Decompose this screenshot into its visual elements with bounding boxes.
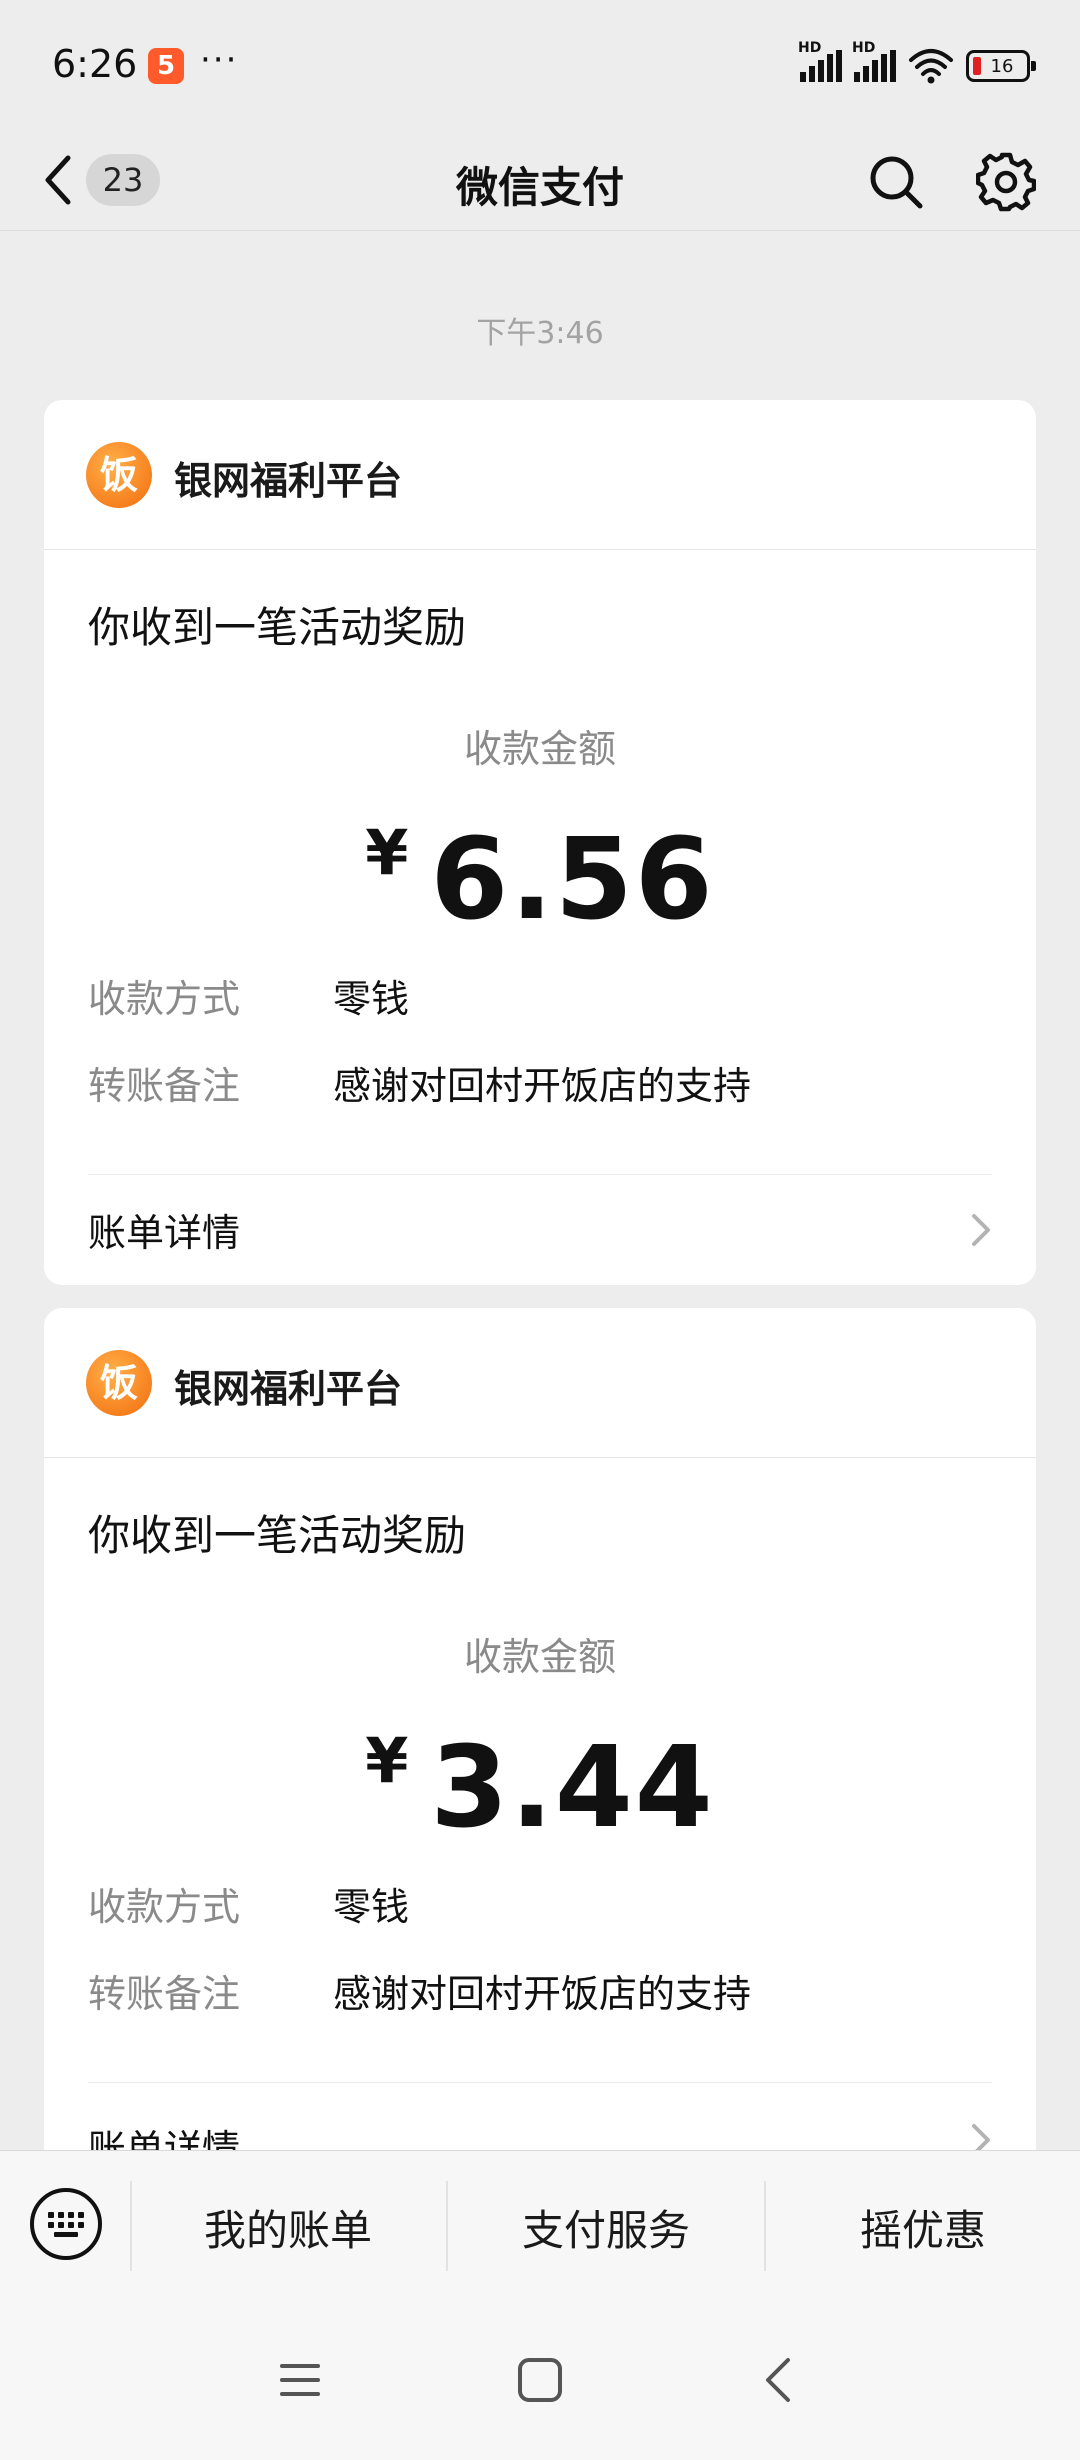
payment-message-card[interactable]: 饭 银网福利平台 你收到一笔活动奖励 收款金额 ¥6.56 收款方式 零钱 转账… [44,400,1036,1285]
battery-icon: 16 [966,50,1036,82]
hd-label: HD [798,40,822,56]
payment-method-value: 零钱 [333,1885,410,1929]
card-title: 你收到一笔活动奖励 [88,603,467,652]
signal-icon-2: HD [852,40,896,82]
bill-details-link[interactable]: 账单详情 [88,1202,240,1257]
amount-label: 收款金额 [463,727,616,771]
nav-bar: 23 微信支付 [0,130,1080,230]
gear-icon [975,152,1037,212]
transfer-note-value: 感谢对回村开饭店的支持 [333,1972,752,2016]
menu-shake-deals[interactable]: 摇优惠 [766,2197,1080,2258]
amount-value: 6.56 [430,815,715,945]
settings-button[interactable] [975,152,1037,212]
home-icon[interactable] [510,2350,570,2410]
keyboard-toggle-button[interactable] [28,2186,104,2262]
payment-method-value: 零钱 [333,977,410,1021]
wechat-pay-screen: 6:26 5 ··· HD HD 16 23 微信支付 下午3:46 饭 银网福… [0,0,1080,2460]
amount-value: 3.44 [430,1723,715,1853]
card-title: 你收到一笔活动奖励 [88,1511,467,1560]
merchant-logo: 饭 [86,1350,152,1416]
keyboard-icon [30,2188,102,2260]
signal-icon-1: HD [798,40,842,82]
status-time: 6:26 [52,42,138,86]
wifi-icon [909,49,953,84]
merchant-name: 银网福利平台 [174,459,403,503]
hd-label: HD [852,40,876,56]
more-notifications-icon: ··· [200,40,239,80]
search-icon [870,156,923,209]
bottom-menu: 我的账单 支付服务 摇优惠 [0,2150,1080,2300]
amount: ¥6.56 [44,815,1036,945]
status-bar: 6:26 5 ··· HD HD 16 [0,0,1080,130]
payment-method-label: 收款方式 [88,977,241,1021]
card-header[interactable]: 饭 银网福利平台 [44,400,1036,550]
merchant-logo: 饭 [86,442,152,508]
payment-method-label: 收款方式 [88,1885,241,1929]
amount-label: 收款金额 [463,1635,616,1679]
transfer-note-label: 转账备注 [88,1064,241,1108]
amount: ¥3.44 [44,1723,1036,1853]
transfer-note-value: 感谢对回村开饭店的支持 [333,1064,752,1108]
system-navigation-bar [0,2300,1080,2460]
nav-divider [0,230,1080,231]
battery-level: 16 [990,55,1014,77]
transfer-note-label: 转账备注 [88,1972,241,2016]
payment-message-card[interactable]: 饭 银网福利平台 你收到一笔活动奖励 收款金额 ¥3.44 收款方式 零钱 转账… [44,1308,1036,2168]
card-divider [88,1174,992,1175]
recent-apps-icon[interactable] [270,2350,330,2410]
card-header[interactable]: 饭 银网福利平台 [44,1308,1036,1458]
menu-my-bills[interactable]: 我的账单 [130,2197,446,2258]
notification-app-icon: 5 [148,48,184,84]
message-timestamp: 下午3:46 [476,316,604,351]
system-back-icon[interactable] [750,2350,810,2410]
card-divider [88,2082,992,2083]
chevron-right-icon [972,1214,990,1246]
currency-symbol: ¥ [365,1724,409,1797]
currency-symbol: ¥ [365,816,409,889]
status-indicators: HD HD 16 [798,40,1036,88]
search-button[interactable] [866,152,926,212]
menu-payment-services[interactable]: 支付服务 [448,2197,764,2258]
merchant-name: 银网福利平台 [174,1367,403,1411]
